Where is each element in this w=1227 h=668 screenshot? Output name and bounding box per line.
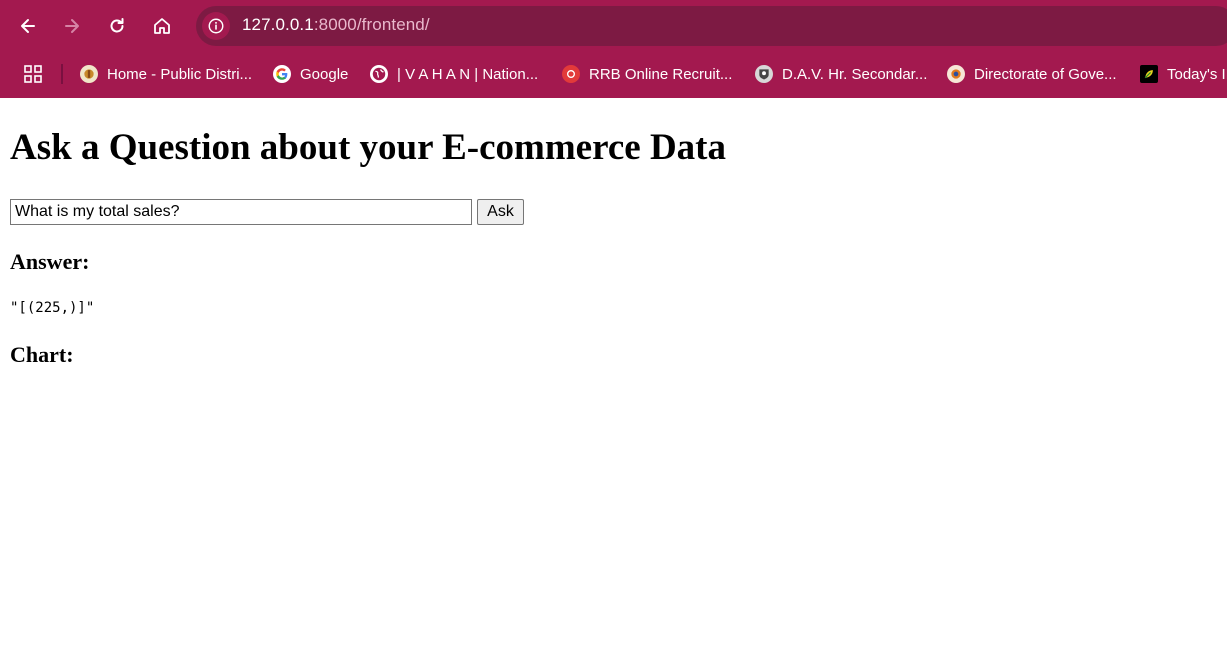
- reload-button[interactable]: [100, 10, 134, 42]
- url-text: 127.0.0.1:8000/frontend/: [242, 15, 430, 35]
- forward-arrow-icon: [65, 19, 79, 33]
- apps-grid-icon: [24, 65, 42, 83]
- bookmark-label: Home - Public Distri...: [107, 65, 253, 83]
- back-arrow-icon: [21, 19, 35, 33]
- url-path: :8000/frontend/: [313, 15, 430, 34]
- bookmark-label: Google: [300, 65, 349, 83]
- bookmark-google[interactable]: Google: [273, 62, 348, 86]
- google-icon: [273, 65, 291, 83]
- address-bar[interactable]: 127.0.0.1:8000/frontend/: [196, 6, 1227, 46]
- bookmarks-bar: Home - Public Distri... Google | V A H A…: [0, 52, 1227, 98]
- url-host: 127.0.0.1: [242, 15, 314, 34]
- back-button[interactable]: [11, 10, 45, 42]
- bookmarks-divider: [61, 64, 63, 84]
- bookmark-rrb-online-recruit[interactable]: RRB Online Recruit...: [562, 62, 732, 86]
- site-info-button[interactable]: [202, 12, 230, 40]
- forward-button[interactable]: [55, 10, 89, 42]
- bookmark-label: | V A H A N | Nation...: [397, 65, 539, 83]
- rrb-icon: [562, 65, 580, 83]
- tn-emblem-icon: [80, 65, 98, 83]
- dav-icon: [755, 65, 773, 83]
- page-title: Ask a Question about your E-commerce Dat…: [10, 127, 726, 168]
- bookmark-todays-if[interactable]: Today's IF: [1140, 62, 1227, 86]
- bookmark-home-public-distri[interactable]: Home - Public Distri...: [80, 62, 252, 86]
- bookmark-dav-hr-secondar[interactable]: D.A.V. Hr. Secondar...: [755, 62, 927, 86]
- globe-icon: [370, 65, 388, 83]
- answer-heading: Answer:: [10, 249, 90, 274]
- info-icon: [208, 18, 224, 34]
- chart-heading: Chart:: [10, 342, 74, 367]
- question-input[interactable]: [10, 199, 472, 225]
- answer-value: "[(225,)]": [10, 300, 95, 316]
- bookmark-label: Directorate of Gove...: [974, 65, 1117, 83]
- apps-button[interactable]: [20, 61, 46, 87]
- bookmark-label: Today's IF: [1167, 65, 1227, 83]
- bookmark-label: D.A.V. Hr. Secondar...: [782, 65, 928, 83]
- emblem-icon: [947, 65, 965, 83]
- bookmark-label: RRB Online Recruit...: [589, 65, 733, 83]
- bookmark-vahan[interactable]: | V A H A N | Nation...: [370, 62, 538, 86]
- leaf-icon: [1140, 65, 1158, 83]
- reload-icon: [110, 18, 124, 33]
- bookmark-directorate-of-gove[interactable]: Directorate of Gove...: [947, 62, 1117, 86]
- home-button[interactable]: [145, 10, 179, 42]
- home-icon: [154, 18, 170, 34]
- browser-toolbar: 127.0.0.1:8000/frontend/: [0, 0, 1227, 52]
- ask-button[interactable]: Ask: [477, 199, 524, 225]
